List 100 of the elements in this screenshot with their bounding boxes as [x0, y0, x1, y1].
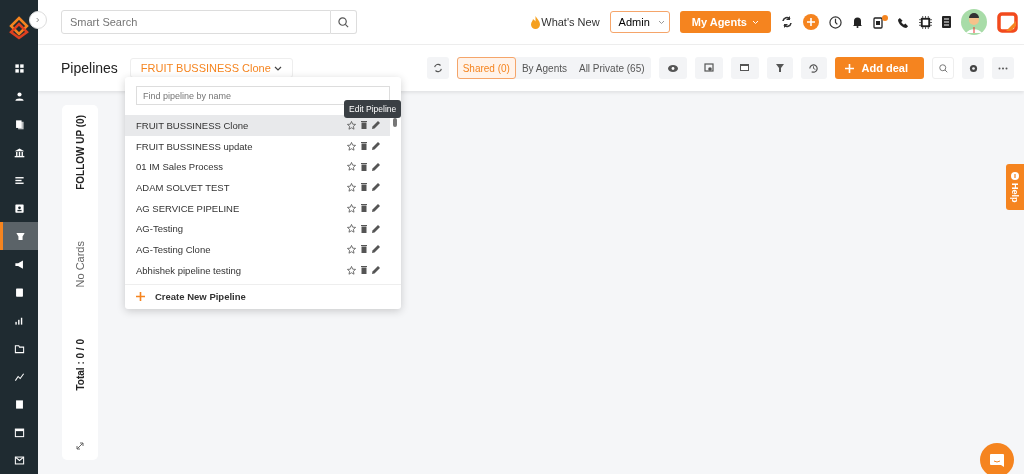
pencil-icon[interactable] — [372, 121, 380, 130]
sync-icon[interactable] — [781, 16, 793, 28]
chevron-icon — [36, 16, 40, 24]
star-icon[interactable] — [347, 141, 356, 151]
more-icon — [998, 66, 1008, 70]
screen-icon — [703, 63, 714, 73]
column-title: FOLLOW UP (0) — [74, 115, 86, 190]
pipeline-item[interactable]: AG SERVICE PIPELINE — [125, 197, 390, 219]
document-icon[interactable] — [942, 16, 951, 28]
info-icon — [1011, 171, 1019, 180]
star-icon[interactable] — [347, 162, 356, 172]
pencil-icon[interactable] — [372, 224, 380, 233]
expand-button[interactable] — [29, 11, 47, 29]
contact-card-icon — [13, 202, 25, 214]
logo-icon — [8, 16, 30, 40]
expand-icon[interactable] — [76, 442, 84, 450]
role-dropdown[interactable]: Admin — [609, 11, 670, 33]
settings-button[interactable] — [962, 57, 984, 79]
funnel-icon — [15, 230, 26, 242]
device-icon[interactable] — [873, 15, 888, 29]
column-total: Total : 0 / 0 — [74, 339, 86, 391]
search-icon — [938, 63, 948, 73]
filter-icon — [775, 64, 784, 72]
caret-icon — [657, 19, 665, 25]
star-icon[interactable] — [347, 182, 356, 192]
gear-icon — [968, 63, 978, 73]
app-logo-icon[interactable] — [997, 11, 1018, 33]
pipeline-item[interactable]: FRUIT BUSSINESS update — [125, 135, 390, 157]
empty-message: No Cards — [74, 241, 86, 288]
pencil-icon[interactable] — [372, 204, 380, 213]
chat-button[interactable] — [980, 443, 1014, 474]
bank-icon — [13, 146, 25, 158]
documents-icon — [13, 118, 25, 130]
history-button[interactable] — [800, 57, 827, 79]
refresh-button[interactable] — [426, 57, 449, 79]
pipeline-item[interactable]: AG-Testing — [125, 218, 390, 240]
scrollbar-thumb[interactable] — [393, 118, 397, 127]
view-tab[interactable]: By Agents — [515, 57, 573, 79]
pipeline-item[interactable]: ADAM SOLVET TEST — [125, 177, 390, 198]
pencil-icon[interactable] — [372, 266, 380, 275]
clock-icon[interactable] — [829, 15, 842, 29]
trash-icon[interactable] — [361, 224, 367, 233]
pipeline-item[interactable]: 01 IM Sales Process — [125, 156, 390, 178]
mail-icon — [13, 454, 25, 466]
person-icon — [13, 90, 25, 102]
trash-icon[interactable] — [361, 204, 367, 213]
eye-icon — [667, 64, 678, 72]
calendar-icon — [13, 426, 25, 438]
pencil-icon[interactable] — [372, 245, 380, 254]
star-icon[interactable] — [347, 224, 356, 234]
tooltip: Edit Pipeline — [344, 100, 402, 118]
plus-icon — [844, 63, 854, 73]
caret-icon — [752, 19, 759, 25]
pencil-icon[interactable] — [372, 183, 380, 192]
trash-icon[interactable] — [361, 162, 367, 171]
bell-icon[interactable] — [852, 16, 863, 28]
folder-icon — [13, 342, 25, 354]
note-icon — [13, 398, 25, 410]
filter-button[interactable] — [766, 57, 793, 79]
sidebar-item[interactable] — [0, 222, 38, 250]
dashboard-icon — [13, 62, 25, 74]
trash-icon[interactable] — [361, 245, 367, 254]
trash-icon[interactable] — [361, 266, 367, 275]
star-icon[interactable] — [347, 120, 356, 130]
plus-icon — [136, 292, 145, 301]
pipeline-search-field[interactable]: Find pipeline by name — [136, 86, 390, 105]
star-icon[interactable] — [347, 265, 356, 275]
phone-icon[interactable] — [898, 16, 909, 28]
pencil-icon[interactable] — [372, 162, 380, 171]
trash-icon[interactable] — [361, 183, 367, 192]
document-icon — [13, 286, 25, 298]
history-icon — [808, 62, 820, 74]
visibility-button[interactable] — [658, 57, 687, 79]
search-button[interactable] — [331, 10, 357, 34]
flame-icon — [531, 15, 541, 29]
refresh-icon — [432, 63, 443, 73]
page-title: Pipelines — [61, 60, 118, 76]
star-icon[interactable] — [347, 244, 356, 254]
star-icon[interactable] — [347, 203, 356, 213]
view-mode-button[interactable] — [694, 57, 723, 79]
view-tab[interactable]: All Private (65) — [572, 57, 651, 79]
pipeline-item[interactable]: AG-Testing Clone — [125, 239, 390, 260]
avatar-icon[interactable] — [961, 9, 987, 35]
megaphone-icon — [13, 258, 25, 270]
search-field[interactable]: Smart Search — [61, 10, 331, 34]
pipeline-item[interactable]: Abhishek pipeline testing — [125, 259, 390, 281]
pipeline-item[interactable]: FRUIT BUSSINESS Clone — [125, 115, 390, 136]
card-settings-button[interactable] — [730, 57, 759, 79]
list-icon — [13, 174, 25, 186]
caret-icon — [273, 65, 282, 71]
chat-icon — [990, 453, 1004, 467]
trash-icon[interactable] — [361, 121, 367, 130]
search-icon — [338, 16, 349, 28]
whats-new-link[interactable]: What's New — [541, 16, 600, 28]
create-pipeline-button[interactable]: Create New Pipeline — [155, 291, 246, 302]
chip-icon[interactable] — [919, 15, 932, 29]
trash-icon[interactable] — [361, 142, 367, 151]
pencil-icon[interactable] — [372, 142, 380, 151]
plus-icon[interactable] — [803, 14, 819, 30]
card-icon — [739, 63, 750, 73]
